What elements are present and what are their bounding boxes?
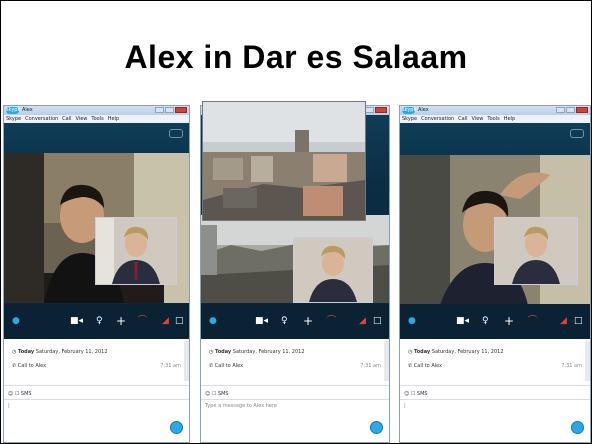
call-time: 7:31 am [561,363,582,369]
video-camera-icon[interactable]: ■◂ [456,316,469,326]
title-bar[interactable]: skype Alex [4,106,189,115]
call-controls: ● ■◂ ♀ + ⌒ ◢ □ [201,304,389,339]
menu-help[interactable]: Help [108,115,119,123]
window-title: Alex [418,107,429,113]
sms-option[interactable]: ☺ ☐ SMS [8,391,32,397]
menu-bar: Skype Conversation Call View Tools Help [4,115,189,123]
close-button[interactable] [175,107,187,113]
fullscreen-icon[interactable]: □ [373,316,382,326]
menu-view[interactable]: View [76,115,88,123]
end-call-icon[interactable]: ⌒ [138,316,147,326]
send-icon[interactable] [571,421,584,434]
self-view-frame [495,218,577,284]
fullscreen-icon[interactable]: □ [574,316,583,326]
emoticon-icon[interactable]: ☺ [404,391,411,397]
emoticon-icon[interactable]: ☺ [8,391,15,397]
fullscreen-icon[interactable]: □ [175,316,184,326]
sms-option[interactable]: ☺ ☐ SMS [205,391,229,397]
microphone-icon[interactable]: ♀ [482,316,489,326]
menu-tools[interactable]: Tools [91,115,103,123]
slide: Alex in Dar es Salaam skype Alex Skype C… [0,0,592,444]
history-day: ◷ Today Saturday, February 11, 2012 [12,349,108,355]
history-day: ◷ Today Saturday, February 11, 2012 [408,349,504,355]
scrollbar[interactable] [585,341,590,381]
skype-logo: skype [402,107,417,114]
end-call-icon[interactable]: ⌒ [528,316,537,326]
video-camera-icon[interactable]: ■◂ [255,316,268,326]
microphone-icon[interactable]: ♀ [96,316,103,326]
city-photo-image [203,102,365,220]
window-title: Alex [22,107,33,113]
minimize-button[interactable] [556,107,565,113]
sms-option[interactable]: ☺ ☐ SMS [404,391,428,397]
maximize-button[interactable] [365,107,374,113]
video-camera-icon[interactable]: ■◂ [70,316,83,326]
conversation-pane: ◷ Today Saturday, February 11, 2012 ✆ Ca… [400,339,590,442]
message-input[interactable]: | [404,403,554,415]
call-controls: ● ■◂ ♀ + ⌒ ◢ □ [400,304,590,339]
city-photo [202,101,366,221]
message-input[interactable]: Type a message to Alex here [205,403,277,409]
skype-window-left: skype Alex Skype Conversation Call View … [3,105,190,443]
menu-tools[interactable]: Tools [487,115,499,123]
minimize-button[interactable] [155,107,164,113]
menu-conversation[interactable]: Conversation [25,115,58,123]
call-entry[interactable]: ✆ Call to Alex [12,363,46,369]
signal-icon: ◢ [560,316,567,326]
menu-skype[interactable]: Skype [402,115,417,123]
signal-icon: ◢ [162,316,169,326]
chat-icon[interactable]: ● [209,316,217,326]
call-controls: ● ■◂ ♀ + ⌒ ◢ □ [4,304,189,339]
call-quality-icon[interactable] [169,129,183,138]
close-button[interactable] [375,107,387,113]
call-time: 7:31 am [160,363,181,369]
menu-view[interactable]: View [472,115,484,123]
title-bar[interactable]: skype Alex [400,106,590,115]
self-view-frame [294,238,372,302]
maximize-button[interactable] [165,107,174,113]
send-icon[interactable] [170,421,183,434]
send-icon[interactable] [370,421,383,434]
microphone-icon[interactable]: ♀ [281,316,288,326]
plus-icon[interactable]: + [504,315,514,327]
remote-video [4,153,189,303]
signal-icon: ◢ [359,316,366,326]
call-area: ● ■◂ ♀ + ⌒ ◢ □ [4,123,189,339]
skype-logo: skype [6,107,21,114]
remote-video [201,215,389,303]
scrollbar[interactable] [384,341,389,381]
message-input[interactable]: | [8,403,158,415]
conversation-pane: ◷ Today Saturday, February 11, 2012 ✆ Ca… [4,339,189,442]
call-entry[interactable]: ✆ Call to Alex [209,363,243,369]
menu-skype[interactable]: Skype [6,115,21,123]
maximize-button[interactable] [566,107,575,113]
plus-icon[interactable]: + [303,315,313,327]
end-call-icon[interactable]: ⌒ [327,316,336,326]
menu-conversation[interactable]: Conversation [421,115,454,123]
call-area: ● ■◂ ♀ + ⌒ ◢ □ [400,123,590,339]
history-day: ◷ Today Saturday, February 11, 2012 [209,349,305,355]
skype-window-right: skype Alex Skype Conversation Call View … [399,105,591,443]
plus-icon[interactable]: + [116,315,126,327]
self-view-frame [96,218,176,284]
slide-title: Alex in Dar es Salaam [124,39,468,75]
call-quality-icon[interactable] [570,129,584,138]
close-button[interactable] [576,107,588,113]
call-time: 7:31 am [360,363,381,369]
emoticon-icon[interactable]: ☺ [205,391,212,397]
menu-call[interactable]: Call [458,115,467,123]
menu-help[interactable]: Help [504,115,515,123]
chat-icon[interactable]: ● [12,316,20,326]
menu-call[interactable]: Call [62,115,71,123]
self-view-video[interactable] [494,217,578,285]
remote-video [400,155,590,305]
self-view-video[interactable] [95,217,177,285]
scrollbar[interactable] [184,341,189,381]
self-view-video[interactable] [293,237,373,303]
call-entry[interactable]: ✆ Call to Alex [408,363,442,369]
chat-icon[interactable]: ● [408,316,416,326]
conversation-pane: ◷ Today Saturday, February 11, 2012 ✆ Ca… [201,339,389,442]
menu-bar: Skype Conversation Call View Tools Help [400,115,590,123]
